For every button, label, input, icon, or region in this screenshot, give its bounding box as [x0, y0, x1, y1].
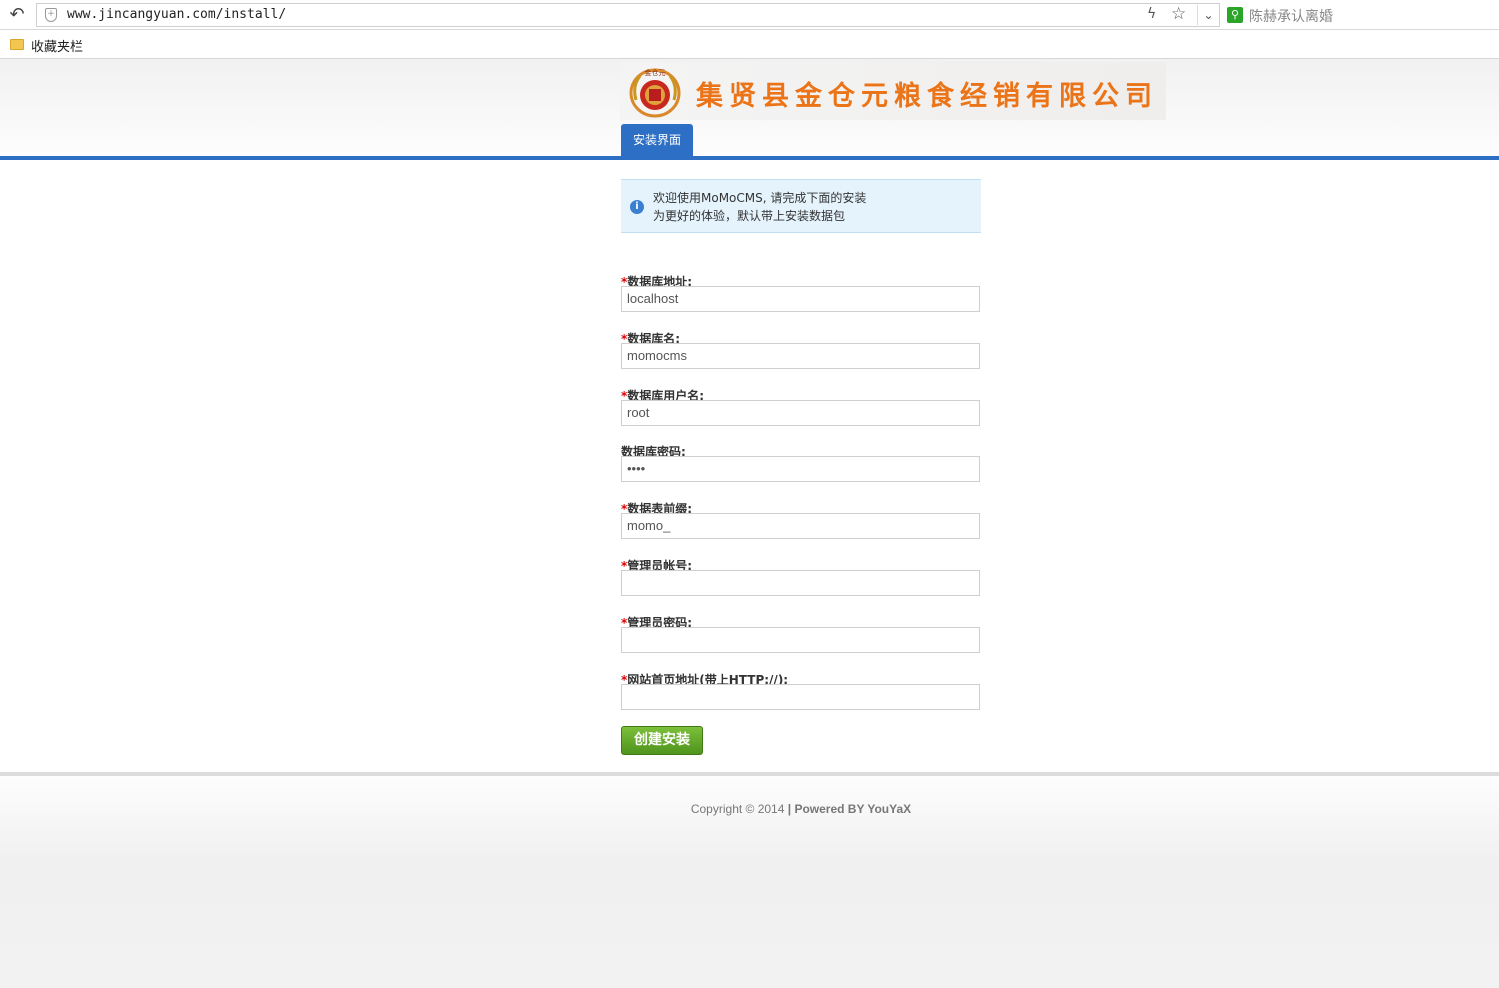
site-header: 金仓元 集贤县金仓元粮食经销有限公司 安装界面 — [0, 60, 1499, 156]
welcome-notice: i 欢迎使用MoMoCMS, 请完成下面的安装 为更好的体验，默认带上安装数据包 — [621, 179, 981, 233]
shield-icon: + — [45, 8, 57, 22]
folder-icon[interactable] — [10, 39, 24, 50]
star-icon[interactable]: ☆ — [1171, 4, 1186, 24]
url-field[interactable]: + www.jincangyuan.com/install/ ϟ ☆ ⌄ — [36, 3, 1220, 27]
notice-line-1: 欢迎使用MoMoCMS, 请完成下面的安装 — [653, 191, 867, 205]
db-password-input[interactable]: •••• — [621, 456, 980, 482]
company-name: 集贤县金仓元粮食经销有限公司 — [696, 81, 1158, 112]
lightning-icon[interactable]: ϟ — [1147, 6, 1156, 22]
table-prefix-input[interactable]: momo_ — [621, 513, 980, 539]
address-bar: ↶ + www.jincangyuan.com/install/ ϟ ☆ ⌄ ⚲… — [0, 0, 1499, 30]
notice-line-2: 为更好的体验，默认带上安装数据包 — [653, 209, 846, 223]
db-user-input[interactable]: root — [621, 400, 980, 426]
tab-install[interactable]: 安装界面 — [621, 124, 693, 156]
search-box[interactable]: ⚲ 陈赫承认离婚 — [1221, 3, 1499, 27]
db-host-input[interactable]: localhost — [621, 286, 980, 312]
create-install-button[interactable]: 创建安装 — [621, 726, 703, 755]
company-seal-logo: 金仓元 — [629, 68, 681, 118]
site-footer: Copyright © 2014 | Powered BY YouYaX — [0, 776, 1499, 988]
copyright-text: Copyright © 2014 | Powered BY YouYaX — [0, 802, 1499, 816]
info-icon: i — [630, 200, 644, 214]
admin-account-input[interactable] — [621, 570, 980, 596]
favorites-bar: 收藏夹栏 — [0, 30, 1499, 59]
url-text[interactable]: www.jincangyuan.com/install/ — [67, 7, 286, 22]
svg-text:金仓元: 金仓元 — [645, 68, 666, 77]
powered-by-label: | Powered BY YouYaX — [787, 802, 912, 816]
logo-banner: 金仓元 集贤县金仓元粮食经销有限公司 — [620, 62, 1166, 120]
site-url-input[interactable] — [621, 684, 980, 710]
admin-password-input[interactable] — [621, 627, 980, 653]
favorites-label[interactable]: 收藏夹栏 — [31, 36, 83, 55]
back-icon[interactable]: ↶ — [6, 5, 28, 25]
db-name-input[interactable]: momocms — [621, 343, 980, 369]
nav-divider — [0, 156, 1499, 160]
search-input[interactable]: 陈赫承认离婚 — [1249, 6, 1333, 26]
copyright-label: Copyright © 2014 — [690, 802, 785, 816]
chevron-down-icon[interactable]: ⌄ — [1197, 5, 1219, 25]
search-icon[interactable]: ⚲ — [1227, 7, 1243, 23]
page-content: 金仓元 集贤县金仓元粮食经销有限公司 安装界面 i 欢迎使用MoMoCMS, 请… — [0, 60, 1499, 988]
